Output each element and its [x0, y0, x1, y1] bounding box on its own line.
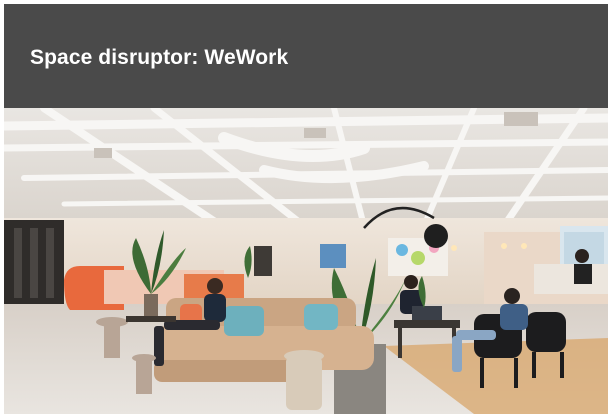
slide: Space disruptor: WeWork: [4, 4, 608, 414]
office-photo: [4, 108, 608, 414]
slide-title: Space disruptor: WeWork: [30, 46, 289, 69]
title-bar: Space disruptor: WeWork: [4, 4, 608, 108]
